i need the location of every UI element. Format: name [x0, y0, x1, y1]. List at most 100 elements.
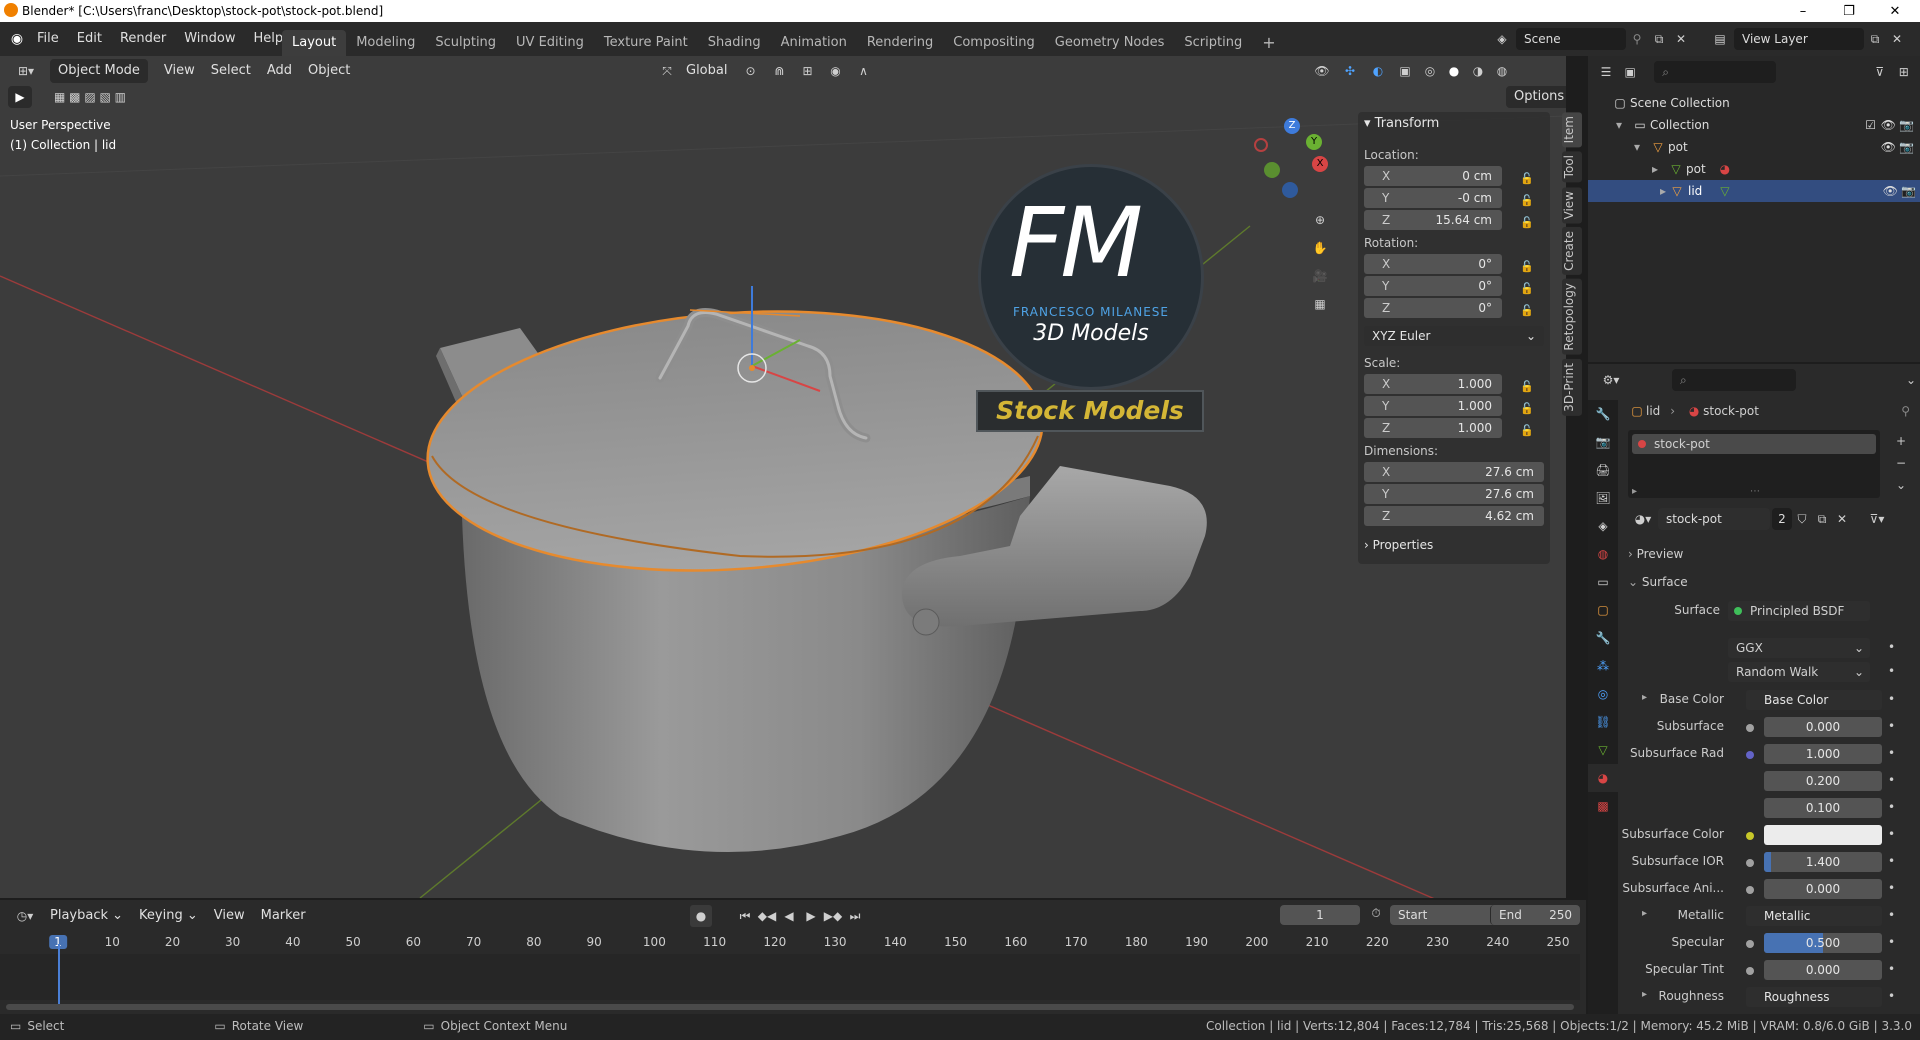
- shader-link-field[interactable]: Metallic: [1746, 906, 1882, 926]
- scale-x-field[interactable]: X 1.000: [1364, 374, 1502, 394]
- material-tab-icon[interactable]: ◕: [1588, 764, 1618, 792]
- auto-keying-icon[interactable]: ●: [690, 905, 712, 927]
- menu-edit[interactable]: Edit: [68, 27, 111, 51]
- select-tool-icon[interactable]: ▶: [8, 86, 32, 108]
- tab-animation[interactable]: Animation: [771, 30, 857, 56]
- camera-icon[interactable]: 📷: [1899, 140, 1914, 154]
- transform-header[interactable]: ▾ Transform: [1364, 116, 1439, 131]
- timeline-menu-view[interactable]: View: [206, 904, 253, 928]
- keyframe-dot-icon[interactable]: •: [1888, 962, 1895, 976]
- sidebar-tab-tool[interactable]: Tool: [1562, 151, 1582, 183]
- timeline-menu-marker[interactable]: Marker: [253, 904, 314, 928]
- expand-icon[interactable]: ▸: [1588, 184, 1666, 198]
- view-layer-field[interactable]: View Layer: [1734, 28, 1864, 50]
- pin-icon[interactable]: ⚲: [1901, 404, 1910, 418]
- sidebar-tab-3d-print[interactable]: 3D-Print: [1562, 358, 1582, 416]
- gizmo-z-axis[interactable]: Z: [1284, 118, 1300, 134]
- viewport-menu-view[interactable]: View: [156, 59, 203, 83]
- keyframe-dot-icon[interactable]: •: [1888, 800, 1895, 814]
- pin-icon[interactable]: ⚲: [1626, 32, 1648, 46]
- distribution-dropdown[interactable]: GGX ⌄: [1728, 638, 1870, 658]
- shader-value-field[interactable]: 0.000: [1764, 960, 1882, 980]
- rotation-y-field[interactable]: Y 0°: [1364, 276, 1502, 296]
- tab-rendering[interactable]: Rendering: [857, 30, 943, 56]
- timeline-ruler[interactable]: 1 10 20 30 40 50 60 70 80 90 100 110 120 130 140 150 160…: [0, 932, 1586, 954]
- play-icon[interactable]: ▶: [800, 909, 822, 923]
- overlay-toggle-icon[interactable]: ◐: [1364, 64, 1392, 78]
- maximize-button[interactable]: ❐: [1826, 0, 1872, 22]
- new-view-layer-icon[interactable]: ⧉: [1864, 32, 1886, 47]
- duplicate-material-icon[interactable]: ⧉: [1812, 512, 1832, 527]
- outliner-row-collection[interactable]: ▾ ▭ Collection ☑ 👁 📷: [1616, 114, 1916, 136]
- outliner-search-input[interactable]: ⌕: [1654, 61, 1776, 83]
- tab-texture-paint[interactable]: Texture Paint: [594, 30, 698, 56]
- sidebar-tab-create[interactable]: Create: [1562, 227, 1582, 275]
- keyframe-dot-icon[interactable]: •: [1888, 854, 1895, 868]
- socket-icon[interactable]: [1746, 886, 1754, 894]
- material-name-field[interactable]: stock-pot: [1658, 508, 1770, 530]
- shader-value-field[interactable]: 0.000: [1764, 879, 1882, 899]
- shader-value-field[interactable]: 0.000: [1764, 717, 1882, 737]
- select-mode-icons[interactable]: ▦ ▩ ▨ ▧ ▥: [40, 90, 140, 104]
- location-x-field[interactable]: X0 cm: [1364, 166, 1502, 186]
- modifier-tab-icon[interactable]: 🔧: [1588, 624, 1618, 652]
- keyframe-dot-icon[interactable]: •: [1888, 827, 1895, 841]
- playhead[interactable]: [58, 944, 60, 1004]
- constraints-tab-icon[interactable]: ⛓: [1588, 708, 1618, 736]
- tool-tab-icon[interactable]: 🔧: [1588, 400, 1618, 428]
- socket-icon[interactable]: [1746, 751, 1754, 759]
- properties-search-input[interactable]: ⌕: [1672, 369, 1796, 391]
- gizmo-x-axis[interactable]: X: [1312, 156, 1328, 172]
- scale-y-field[interactable]: Y 1.000: [1364, 396, 1502, 416]
- render-tab-icon[interactable]: 📷: [1588, 428, 1618, 456]
- object-tab-icon[interactable]: ▢: [1588, 596, 1618, 624]
- eye-icon[interactable]: 👁: [1881, 118, 1896, 132]
- 3d-viewport[interactable]: ⊞▾ Object Mode View Select Add Object ⤧ …: [0, 56, 1566, 898]
- timeline-menu-keying[interactable]: Keying ⌄: [131, 904, 206, 928]
- timeline-menu-playback[interactable]: Playback ⌄: [42, 904, 131, 928]
- unlink-material-icon[interactable]: ✕: [1832, 512, 1852, 526]
- keyframe-dot-icon[interactable]: •: [1888, 908, 1895, 922]
- outliner-editor-icon[interactable]: ☰: [1594, 65, 1618, 79]
- outliner-row-scene-collection[interactable]: ▢ Scene Collection: [1610, 92, 1729, 114]
- keyframe-dot-icon[interactable]: •: [1888, 746, 1895, 760]
- tab-shading[interactable]: Shading: [698, 30, 771, 56]
- keyframe-dot-icon[interactable]: •: [1888, 719, 1895, 733]
- tab-modeling[interactable]: Modeling: [346, 30, 425, 56]
- world-tab-icon[interactable]: ◍: [1588, 540, 1618, 568]
- gizmo-neg-y[interactable]: [1264, 162, 1280, 178]
- sidebar-tab-retopology[interactable]: Retopology: [1562, 279, 1582, 355]
- pivot-icon[interactable]: ⊙: [735, 64, 765, 78]
- editor-type-icon[interactable]: ⊞▾: [8, 64, 44, 78]
- keyframe-dot-icon[interactable]: •: [1888, 692, 1895, 706]
- surface-shader-field[interactable]: Principled BSDF: [1728, 601, 1870, 621]
- rotation-x-field[interactable]: X 0°: [1364, 254, 1502, 274]
- viewport-menu-add[interactable]: Add: [259, 59, 300, 83]
- keyframe-dot-icon[interactable]: •: [1888, 664, 1895, 678]
- end-frame-field[interactable]: End 250: [1490, 905, 1580, 925]
- menu-render[interactable]: Render: [111, 27, 175, 51]
- socket-icon[interactable]: [1746, 724, 1754, 732]
- add-workspace-button[interactable]: +: [1252, 30, 1285, 56]
- scale-lock-icons[interactable]: 🔓 🔓 🔓: [1520, 376, 1534, 442]
- location-z-field[interactable]: Z 15.64 cm: [1364, 210, 1502, 230]
- expand-icon[interactable]: ▸: [1652, 162, 1666, 176]
- snap-icon[interactable]: ⋒: [765, 64, 793, 78]
- tab-uv-editing[interactable]: UV Editing: [506, 30, 594, 56]
- gizmo-neg-z[interactable]: [1282, 182, 1298, 198]
- tab-geometry-nodes[interactable]: Geometry Nodes: [1045, 30, 1175, 56]
- blender-menu-icon[interactable]: ◉: [6, 31, 28, 47]
- proportional-edit-icon[interactable]: ◉: [821, 64, 849, 78]
- play-reverse-icon[interactable]: ◀: [778, 909, 800, 923]
- options-dropdown[interactable]: Options: [1506, 86, 1566, 108]
- sidebar-tab-view[interactable]: View: [1562, 186, 1582, 224]
- menu-window[interactable]: Window: [175, 27, 244, 51]
- rotation-z-field[interactable]: Z 0°: [1364, 298, 1502, 318]
- checkbox-icon[interactable]: ☑: [1865, 118, 1876, 132]
- expand-icon[interactable]: ▸: [1632, 486, 1637, 497]
- dimension-z-field[interactable]: Z 4.62 cm: [1364, 506, 1544, 526]
- particles-tab-icon[interactable]: ⁂: [1588, 652, 1618, 680]
- rotation-lock-icons[interactable]: 🔓 🔓 🔓: [1520, 256, 1534, 322]
- properties-options-icon[interactable]: ⌄: [1906, 373, 1916, 387]
- gizmo-y-axis[interactable]: Y: [1306, 134, 1322, 150]
